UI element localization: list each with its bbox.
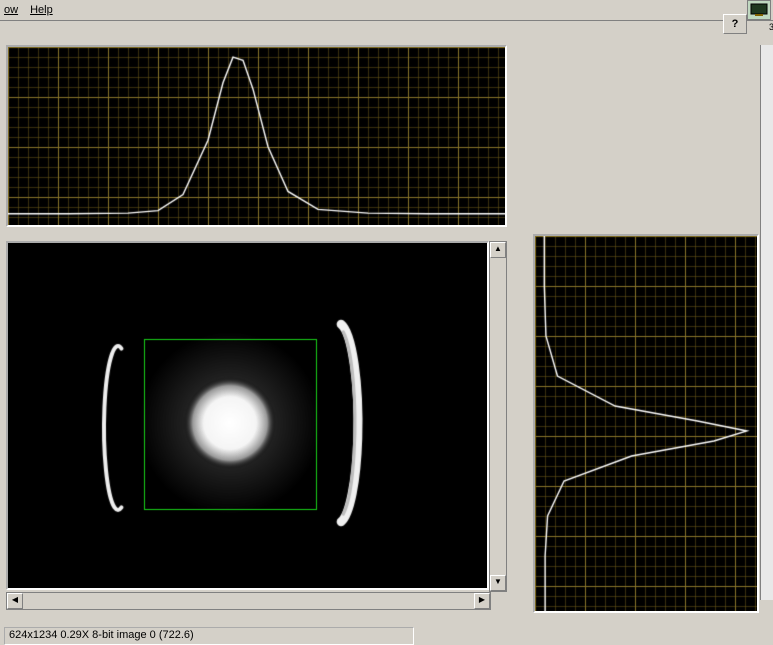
scroll-up-arrow[interactable]: ▲ <box>490 242 506 258</box>
horizontal-profile-canvas <box>8 47 505 225</box>
menu-item-window[interactable]: ow <box>4 4 18 16</box>
image-vertical-scrollbar[interactable]: ▲ ▼ <box>489 241 507 592</box>
menu-item-help[interactable]: Help <box>30 4 53 16</box>
help-button[interactable]: ? <box>723 14 747 34</box>
scroll-down-arrow[interactable]: ▼ <box>490 575 506 591</box>
menu-bar: ow Help <box>0 0 773 21</box>
image-horizontal-scrollbar[interactable]: ◀ ▶ <box>6 592 491 610</box>
status-bar: 624x1234 0.29X 8-bit image 0 (722.6) <box>4 627 414 645</box>
scroll-right-arrow[interactable]: ▶ <box>474 593 490 609</box>
corner-icons: ? 3 <box>723 0 773 34</box>
device-icon[interactable] <box>747 0 771 20</box>
vertical-profile-canvas <box>535 236 757 611</box>
device-badge: 3 <box>769 22 773 32</box>
window-vertical-scrollbar[interactable] <box>760 45 773 600</box>
vertical-profile-panel <box>533 234 759 613</box>
scroll-left-arrow[interactable]: ◀ <box>7 593 23 609</box>
horizontal-profile-panel <box>6 45 507 227</box>
image-view[interactable] <box>6 241 489 590</box>
image-canvas[interactable] <box>8 243 487 588</box>
